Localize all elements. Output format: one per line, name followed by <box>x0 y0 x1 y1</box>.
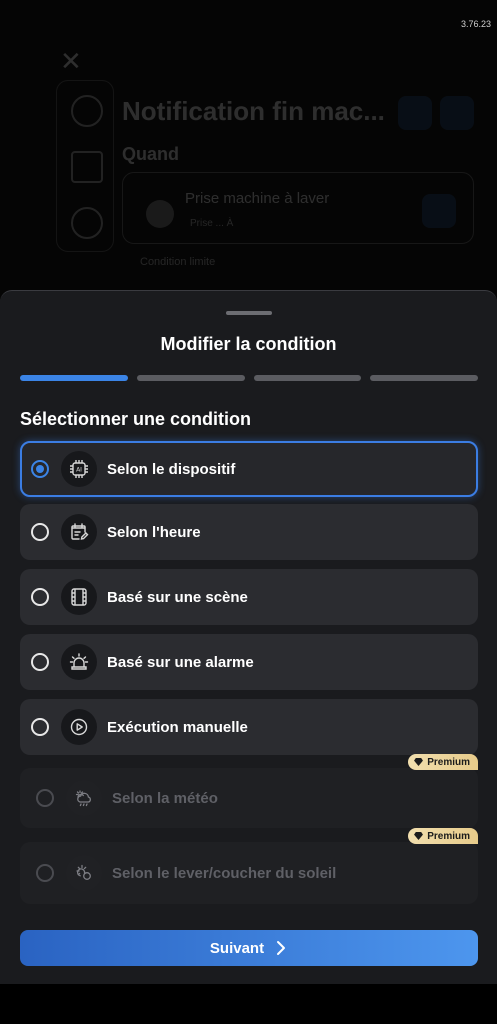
play-icon <box>71 151 103 183</box>
option-time[interactable]: Selon l'heure <box>20 504 478 560</box>
diamond-icon <box>414 832 424 840</box>
step-progress <box>20 375 478 381</box>
film-icon <box>61 579 97 615</box>
option-weather[interactable]: Selon la météo Premium <box>20 754 478 828</box>
background-title: Notification fin mac... <box>122 96 385 126</box>
option-device[interactable]: AI Selon le dispositif <box>20 441 478 497</box>
option-manual[interactable]: Exécution manuelle <box>20 699 478 755</box>
radio-button[interactable] <box>31 588 49 606</box>
step-4 <box>370 375 478 381</box>
siren-icon <box>61 644 97 680</box>
background-card-subtitle: Prise ... À <box>190 218 234 229</box>
option-sunrise[interactable]: Selon le lever/coucher du soleil Premium <box>20 828 478 904</box>
background-card-title: Prise machine à laver <box>185 190 330 207</box>
chevron-right-icon <box>277 941 286 955</box>
option-label: Selon l'heure <box>107 523 201 541</box>
device-icon <box>146 200 174 228</box>
weather-icon <box>66 780 102 816</box>
premium-badge: Premium <box>408 828 478 844</box>
next-button-label: Suivant <box>209 939 265 957</box>
diamond-icon <box>414 758 424 766</box>
notification-icon <box>71 95 103 127</box>
sunrise-icon <box>66 855 102 891</box>
background-section: Quand <box>122 144 179 164</box>
option-label: Exécution manuelle <box>107 718 248 736</box>
radio-button[interactable] <box>36 864 54 882</box>
info-icon <box>71 207 103 239</box>
radio-button[interactable] <box>31 718 49 736</box>
radio-button[interactable] <box>36 789 54 807</box>
step-3 <box>253 375 362 381</box>
premium-badge: Premium <box>408 754 478 770</box>
sheet-title: Modifier la condition <box>160 334 337 354</box>
step-1 <box>20 375 128 381</box>
edit-icon <box>440 96 474 130</box>
close-icon: ✕ <box>60 46 82 76</box>
background-add-label: Condition limite <box>140 256 216 268</box>
next-button[interactable]: Suivant <box>20 930 478 966</box>
svg-text:AI: AI <box>76 467 82 474</box>
premium-badge-label: Premium <box>427 830 470 842</box>
side-rail <box>56 80 114 252</box>
section-label: Sélectionner une condition <box>20 409 252 429</box>
radio-button[interactable] <box>31 653 49 671</box>
option-label: Basé sur une alarme <box>107 653 254 671</box>
calendar-edit-icon <box>61 514 97 550</box>
option-label: Selon la météo <box>112 789 218 807</box>
radio-button[interactable] <box>31 523 49 541</box>
option-scene[interactable]: Basé sur une scène <box>20 569 478 625</box>
step-2 <box>136 375 245 381</box>
edit-icon <box>422 194 456 228</box>
radio-dot <box>36 465 44 473</box>
option-alarm[interactable]: Basé sur une alarme <box>20 634 478 690</box>
bottom-bar <box>0 984 497 1024</box>
chip-ai-icon: AI <box>61 451 97 487</box>
drag-handle[interactable] <box>226 311 272 315</box>
modify-condition-sheet: Modifier la condition Sélectionner une c… <box>0 290 497 985</box>
option-label: Basé sur une scène <box>107 588 248 606</box>
option-label: Selon le dispositif <box>107 460 236 478</box>
option-label: Selon le lever/coucher du soleil <box>112 864 337 882</box>
premium-badge-label: Premium <box>427 756 470 768</box>
play-circle-icon <box>61 709 97 745</box>
copy-icon <box>398 96 432 130</box>
radio-button[interactable] <box>31 460 49 478</box>
